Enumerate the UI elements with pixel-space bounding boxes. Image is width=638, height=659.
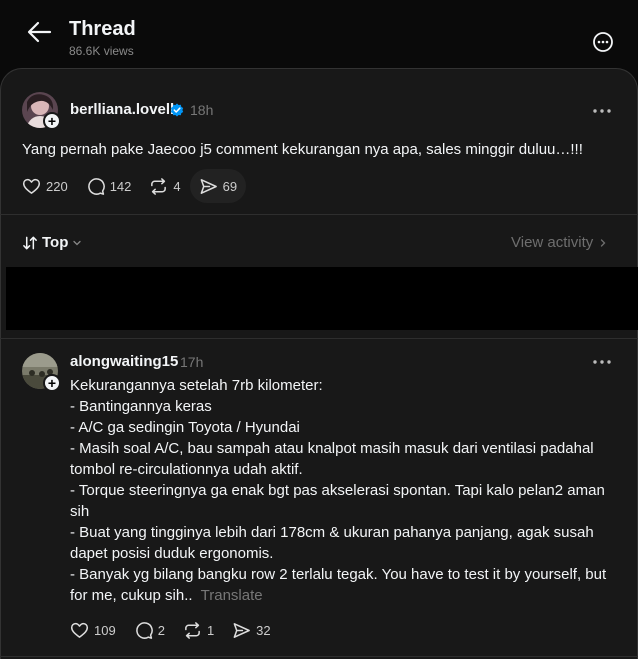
heart-icon bbox=[22, 178, 41, 194]
follow-plus-icon[interactable]: + bbox=[43, 374, 61, 392]
send-icon bbox=[200, 178, 217, 194]
heart-icon bbox=[70, 622, 89, 638]
post-username[interactable]: berlliana.lovell bbox=[70, 101, 174, 118]
post-text: Yang pernah pake Jaecoo j5 comment kekur… bbox=[22, 141, 583, 158]
like-button[interactable]: 109 bbox=[61, 613, 125, 647]
view-activity-label: View activity bbox=[511, 234, 594, 251]
share-count: 32 bbox=[256, 622, 271, 638]
reply-more-icon[interactable] bbox=[590, 350, 614, 374]
divider bbox=[0, 214, 638, 215]
post-actions: 220 142 4 69 bbox=[13, 169, 247, 203]
reply-time: 17h bbox=[180, 354, 204, 370]
share-button[interactable]: 32 bbox=[223, 613, 279, 647]
back-arrow-icon[interactable] bbox=[26, 20, 52, 44]
divider bbox=[0, 338, 638, 339]
view-count: 86.6K views bbox=[69, 44, 134, 58]
reply-body: Kekurangannya setelah 7rb kilometer: - B… bbox=[70, 377, 607, 604]
repost-button[interactable]: 1 bbox=[174, 613, 223, 647]
comment-icon bbox=[87, 177, 105, 195]
chevron-down-icon bbox=[73, 240, 82, 245]
verified-badge-icon bbox=[170, 103, 184, 117]
post-more-icon[interactable] bbox=[590, 99, 614, 123]
sort-dropdown[interactable]: Top bbox=[22, 234, 82, 251]
comment-button[interactable]: 2 bbox=[125, 613, 174, 647]
chevron-right-icon bbox=[601, 238, 606, 247]
reply-username[interactable]: alongwaiting15 bbox=[70, 353, 178, 370]
sort-label: Top bbox=[42, 234, 69, 251]
comment-count: 2 bbox=[157, 622, 165, 638]
repost-icon bbox=[151, 177, 167, 195]
like-count: 109 bbox=[94, 622, 116, 638]
comment-icon bbox=[135, 621, 153, 639]
top-bar: Thread 86.6K views bbox=[0, 0, 638, 68]
follow-plus-icon[interactable]: + bbox=[43, 112, 61, 130]
send-icon bbox=[233, 622, 251, 638]
hidden-content-block bbox=[6, 267, 638, 330]
repost-button[interactable]: 4 bbox=[140, 169, 189, 203]
translate-link[interactable]: Translate bbox=[201, 587, 263, 604]
comment-button[interactable]: 142 bbox=[77, 169, 141, 203]
repost-icon bbox=[185, 621, 200, 639]
share-count: 69 bbox=[222, 178, 238, 194]
like-button[interactable]: 220 bbox=[13, 169, 77, 203]
share-button[interactable]: 69 bbox=[189, 169, 247, 203]
more-options-circle-icon[interactable] bbox=[592, 31, 614, 53]
comment-count: 142 bbox=[109, 178, 132, 194]
like-count: 220 bbox=[46, 178, 68, 194]
reply-text: Kekurangannya setelah 7rb kilometer: - B… bbox=[70, 375, 615, 606]
view-activity-link[interactable]: View activity bbox=[511, 234, 608, 251]
sort-arrows-icon bbox=[23, 236, 37, 249]
repost-count: 4 bbox=[173, 178, 181, 194]
post-time: 18h bbox=[190, 102, 214, 118]
page-title: Thread bbox=[69, 18, 136, 40]
divider bbox=[0, 656, 638, 657]
repost-count: 1 bbox=[206, 622, 215, 638]
reply-actions: 109 2 1 32 bbox=[61, 613, 280, 647]
